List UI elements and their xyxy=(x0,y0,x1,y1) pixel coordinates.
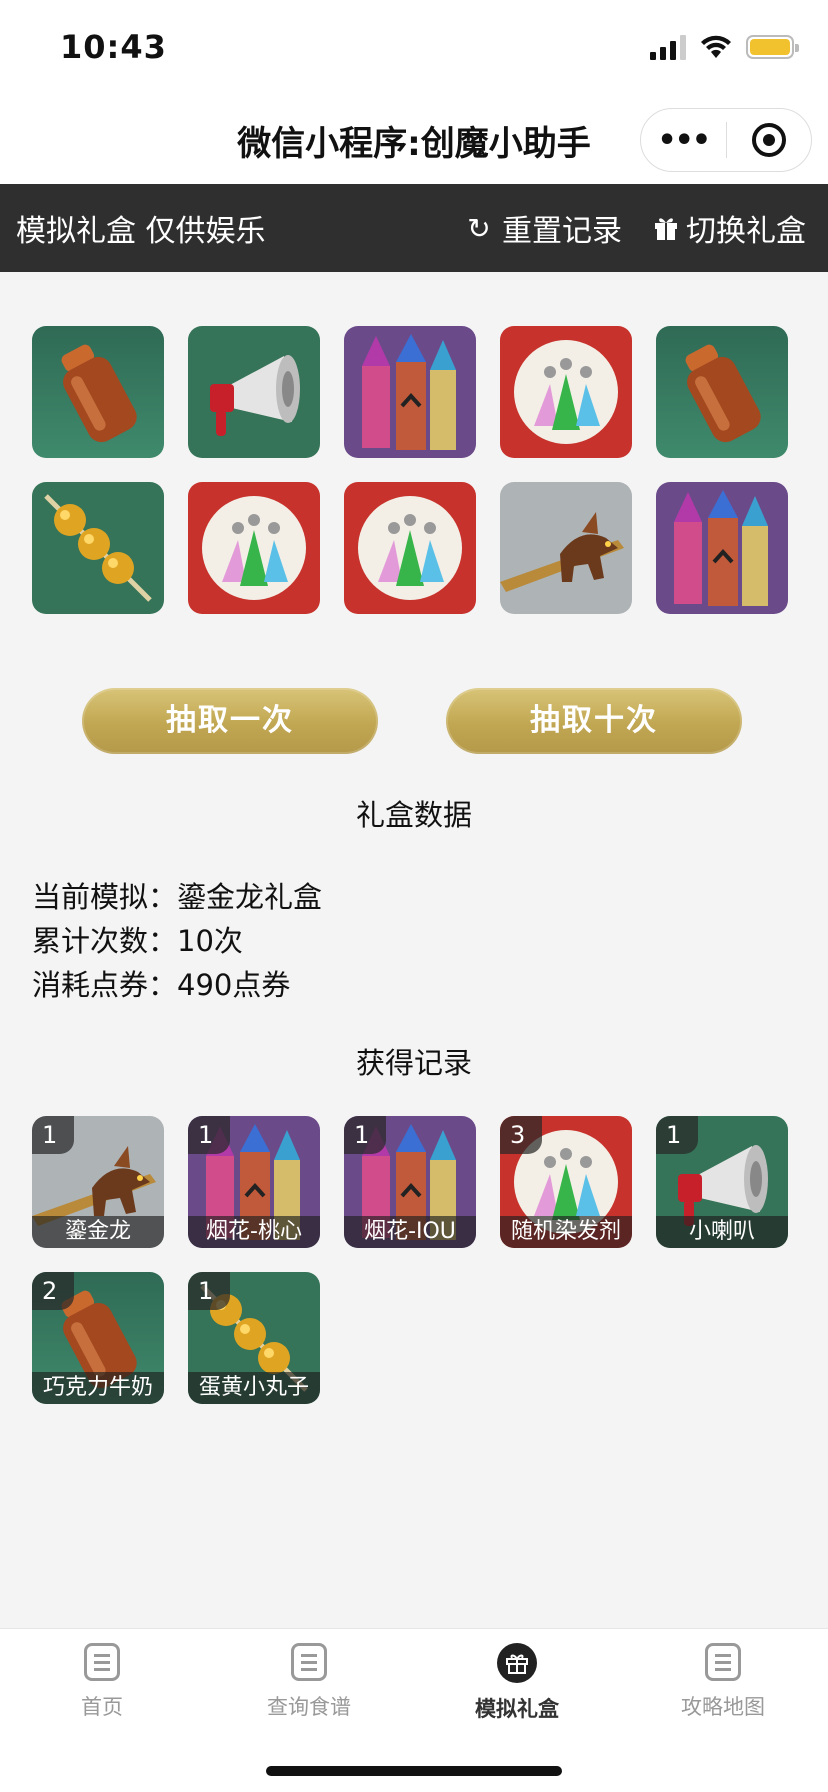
item-name: 烟花-IOU xyxy=(344,1216,476,1248)
box-data-title: 礼盒数据 xyxy=(355,798,472,832)
record-item[interactable]: 2 巧克力牛奶 xyxy=(32,1272,164,1404)
draw-result-item xyxy=(188,326,320,458)
reset-record-label: 重置记录 xyxy=(502,214,622,249)
record-item[interactable]: 1 小喇叭 xyxy=(656,1116,788,1248)
draw-result-item xyxy=(500,482,632,614)
draw-count-row: 累计次数：10次 xyxy=(32,918,243,960)
toolbar-title: 模拟礼盒 仅供娱乐 xyxy=(16,214,266,249)
item-name: 蛋黄小丸子 xyxy=(188,1372,320,1404)
document-icon xyxy=(705,1643,741,1681)
record-item[interactable]: 3 随机染发剂 xyxy=(500,1116,632,1248)
nav-bar: 微信小程序:创魔小助手 ••• xyxy=(0,96,828,184)
tab-label: 模拟礼盒 xyxy=(475,1697,559,1721)
draw-result-item xyxy=(344,326,476,458)
current-box-label: 当前模拟： xyxy=(32,880,178,914)
status-icons xyxy=(650,34,799,60)
draw-result-item xyxy=(32,482,164,614)
item-count-badge: 2 xyxy=(32,1272,74,1310)
record-item[interactable]: 1 烟花-桃心 xyxy=(188,1116,320,1248)
refresh-icon: ↻ xyxy=(467,211,491,245)
cost-row: 消耗点券：490点券 xyxy=(32,962,290,1004)
more-button[interactable]: ••• xyxy=(641,123,726,158)
dye-icon xyxy=(188,482,320,614)
skewer-icon xyxy=(32,482,164,614)
draw-result-item xyxy=(500,326,632,458)
item-count-badge: 1 xyxy=(656,1116,698,1154)
fireworks-icon xyxy=(656,482,788,614)
milk-bottle-icon xyxy=(656,326,788,458)
item-name: 巧克力牛奶 xyxy=(32,1372,164,1404)
tab-map[interactable]: 攻略地图 xyxy=(643,1643,803,1721)
document-icon xyxy=(291,1643,327,1681)
draw-result-grid xyxy=(32,326,788,614)
cost-label: 消耗点券： xyxy=(32,968,178,1002)
milk-bottle-icon xyxy=(32,326,164,458)
reset-record-button[interactable]: ↻ 重置记录 xyxy=(464,206,622,250)
dye-icon xyxy=(500,326,632,458)
records-grid: 1 鎏金龙 1 烟花-桃心 1 烟花-IOU 3 随机染发剂 1 小喇叭 2 巧克力牛奶 1 蛋黄小丸子 xyxy=(32,1116,788,1404)
document-icon xyxy=(84,1643,120,1681)
switch-box-button[interactable]: 切换礼盒 xyxy=(654,206,806,250)
draw-result-item xyxy=(656,326,788,458)
draw-result-item xyxy=(344,482,476,614)
switch-box-label: 切换礼盒 xyxy=(686,214,806,249)
gift-icon xyxy=(497,1643,537,1683)
dragon-icon xyxy=(500,482,632,614)
item-name: 小喇叭 xyxy=(656,1216,788,1248)
draw-result-item xyxy=(188,482,320,614)
close-miniprogram-button[interactable] xyxy=(727,123,812,157)
draw-result-item xyxy=(32,326,164,458)
item-count-badge: 1 xyxy=(188,1272,230,1310)
draw-result-item xyxy=(656,482,788,614)
gift-icon xyxy=(655,218,677,240)
item-name: 烟花-桃心 xyxy=(188,1216,320,1248)
record-item[interactable]: 1 蛋黄小丸子 xyxy=(188,1272,320,1404)
current-box-value: 鎏金龙礼盒 xyxy=(177,880,323,914)
draw-once-button[interactable]: 抽取一次 xyxy=(82,688,378,754)
tab-label: 查询食谱 xyxy=(267,1695,351,1719)
horn-icon xyxy=(188,326,320,458)
tab-gift-box[interactable]: 模拟礼盒 xyxy=(437,1643,597,1723)
tab-home[interactable]: 首页 xyxy=(22,1643,182,1721)
item-name: 随机染发剂 xyxy=(500,1216,632,1248)
status-time: 10:43 xyxy=(60,28,167,66)
tab-label: 攻略地图 xyxy=(681,1695,765,1719)
fireworks-icon xyxy=(344,326,476,458)
item-name: 鎏金龙 xyxy=(32,1216,164,1248)
item-count-badge: 1 xyxy=(32,1116,74,1154)
tab-recipes[interactable]: 查询食谱 xyxy=(229,1643,389,1721)
target-icon xyxy=(751,123,786,157)
draw-ten-button[interactable]: 抽取十次 xyxy=(446,688,742,754)
record-item[interactable]: 1 鎏金龙 xyxy=(32,1116,164,1248)
current-box-row: 当前模拟：鎏金龙礼盒 xyxy=(32,874,322,916)
battery-icon xyxy=(746,35,799,59)
tab-label: 首页 xyxy=(81,1695,123,1719)
cellular-signal-icon xyxy=(650,34,686,60)
item-count-badge: 1 xyxy=(344,1116,386,1154)
item-count-badge: 3 xyxy=(500,1116,542,1154)
toolbar: 模拟礼盒 仅供娱乐 ↻ 重置记录 切换礼盒 xyxy=(0,184,828,272)
status-bar: 10:43 xyxy=(0,0,828,96)
cost-value: 490点券 xyxy=(177,968,291,1002)
draw-count-label: 累计次数： xyxy=(32,924,178,958)
home-indicator xyxy=(266,1766,562,1776)
miniprogram-capsule: ••• xyxy=(640,108,812,172)
wifi-icon xyxy=(701,35,731,58)
record-item[interactable]: 1 烟花-IOU xyxy=(344,1116,476,1248)
item-count-badge: 1 xyxy=(188,1116,230,1154)
records-title: 获得记录 xyxy=(355,1046,472,1080)
draw-count-value: 10次 xyxy=(177,924,243,958)
dye-icon xyxy=(344,482,476,614)
